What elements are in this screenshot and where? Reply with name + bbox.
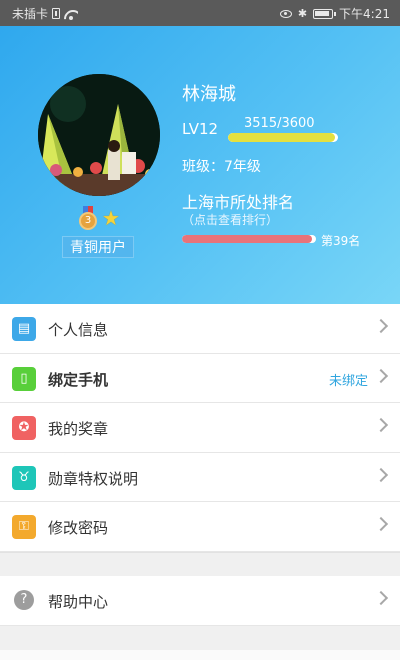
- menu-item-label: 帮助中心: [48, 593, 109, 611]
- chevron-right-icon: [373, 590, 389, 606]
- phone-icon: ▯: [12, 366, 36, 391]
- menu-item-label: 我的奖章: [48, 420, 109, 438]
- medal-row: 3 ★: [78, 206, 120, 230]
- menu-item-badge-privileges[interactable]: ♉ 勋章特权说明: [0, 452, 400, 502]
- bottom-tab-bar: [0, 650, 400, 660]
- lock-icon: ⚿: [12, 515, 36, 539]
- chevron-right-icon: [373, 467, 389, 482]
- xp-text: 3515/3600: [244, 116, 315, 131]
- avatar[interactable]: [38, 74, 160, 196]
- badge-icon: ♉: [12, 465, 36, 490]
- chevron-right-icon: [373, 417, 389, 433]
- star-icon: ★: [102, 206, 120, 230]
- chevron-right-icon: [373, 368, 389, 383]
- menu-item-help-center[interactable]: ? 帮助中心: [0, 576, 400, 626]
- sim-icon: [52, 8, 61, 19]
- rank-progress-bar: [182, 235, 316, 243]
- menu-item-change-password[interactable]: ⚿ 修改密码: [0, 502, 400, 552]
- rank-hint[interactable]: （点击查看排行）: [182, 211, 278, 228]
- help-icon: ?: [14, 590, 34, 610]
- menu-item-my-medals[interactable]: ✪ 我的奖章: [0, 403, 400, 453]
- id-card-icon: ▤: [12, 317, 36, 341]
- status-bar: 未插卡 ✱ 下午4:21: [0, 0, 400, 26]
- menu-item-label: 勋章特权说明: [48, 469, 139, 488]
- xp-progress-bar: [228, 133, 338, 142]
- xp-progress-fill: [228, 133, 336, 142]
- chevron-right-icon: [373, 516, 389, 532]
- bronze-medal-icon: 3: [78, 206, 98, 230]
- menu-item-personal-info[interactable]: ▤ 个人信息: [0, 304, 400, 354]
- settings-menu: ▤ 个人信息 ▯ 绑定手机 未绑定 ✪ 我的奖章 ♉ 勋章特权说明 ⚿ 修改密码: [0, 304, 400, 552]
- bind-status-value: 未绑定: [328, 373, 368, 389]
- rank-progress-fill: [182, 235, 312, 243]
- section-divider: [0, 552, 400, 576]
- carrier-text: 未插卡: [12, 7, 49, 21]
- menu-item-label: 个人信息: [48, 321, 109, 339]
- level-label: LV12: [182, 120, 219, 138]
- rank-value: 第39名: [321, 234, 361, 248]
- wifi-icon: [64, 8, 78, 20]
- clock-text: 下午4:21: [339, 7, 390, 21]
- eye-comfort-icon: [279, 9, 292, 18]
- medal-icon: ✪: [12, 416, 36, 440]
- menu-item-bind-phone[interactable]: ▯ 绑定手机 未绑定: [0, 353, 400, 403]
- user-name: 林海城: [182, 84, 236, 105]
- chevron-right-icon: [373, 318, 389, 334]
- menu-item-label: 绑定手机: [48, 370, 109, 389]
- battery-icon: [313, 8, 337, 19]
- grade-text: 班级：7年级: [182, 159, 261, 175]
- rank-title[interactable]: 上海市所处排名: [182, 189, 294, 213]
- profile-header: 3 ★ 青铜用户 林海城 LV12 3515/3600 班级：7年级 上海市所处…: [0, 26, 400, 304]
- menu-item-label: 修改密码: [48, 519, 109, 537]
- help-menu: ? 帮助中心: [0, 576, 400, 626]
- bluetooth-icon: ✱: [297, 7, 308, 20]
- user-tier-badge: 青铜用户: [62, 236, 134, 258]
